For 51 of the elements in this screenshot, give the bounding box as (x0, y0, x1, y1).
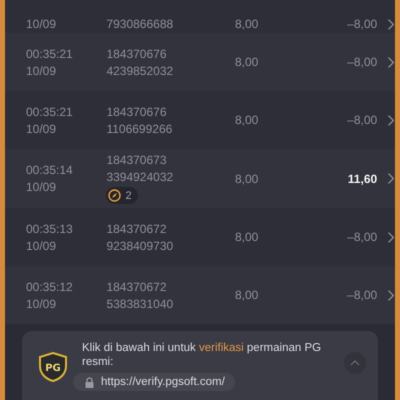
bet-amount: 8,00 (234, 230, 260, 244)
bet-amount: 8,00 (234, 17, 260, 31)
chevron-right-icon (387, 288, 396, 302)
transaction-id: 184370672 (106, 280, 168, 294)
chevron-right-icon (387, 18, 396, 31)
chevron-right-icon (387, 114, 396, 126)
profit-amount: –8,00 (346, 230, 378, 244)
chevron-right-icon (387, 230, 396, 244)
transaction-id: 7930866688 (106, 17, 174, 31)
record-row[interactable]: 00:35:12 10/09 184370672 5383831040 8,00 –8,00 (5, 266, 395, 324)
bet-amount: 8,00 (234, 288, 260, 302)
transaction-id: 184370672 (106, 222, 168, 236)
badge-count: 2 (125, 190, 132, 202)
date-text: 10/09 (26, 64, 58, 78)
record-row[interactable]: 00:35:14 10/09 184370673 3394924032 2 8,00 11,60 (5, 149, 395, 208)
shield-logo-icon: PG (39, 352, 67, 382)
profit-amount: 11,60 (346, 172, 378, 186)
transaction-id: 4239852032 (106, 64, 174, 78)
time-text: 00:35:12 (26, 280, 74, 294)
bet-amount: 8,00 (234, 113, 260, 127)
bet-amount: 8,00 (234, 172, 260, 186)
time-text: 00:35:13 (26, 222, 74, 236)
profit-amount: –8,00 (346, 288, 378, 302)
profit-amount: –8,00 (346, 55, 378, 69)
date-text: 10/09 (26, 180, 58, 194)
date-text: 10/09 (26, 122, 58, 136)
compass-icon (108, 189, 122, 202)
chevron-right-icon (387, 56, 396, 68)
verify-message: Klik di bawah ini untuk verifikasi permainan PG resmi: (82, 341, 322, 369)
verify-link[interactable]: https://verify.pgsoft.com/ (73, 373, 235, 391)
transaction-id: 5383831040 (106, 296, 174, 310)
transaction-id: 184370676 (106, 46, 168, 60)
transaction-id: 184370676 (106, 104, 168, 118)
date-text: 10/09 (26, 238, 58, 252)
time-text: 00:35:14 (26, 163, 74, 177)
time-text: 00:35:21 (26, 104, 74, 118)
date-text: 10/09 (26, 296, 58, 310)
chevron-up-icon (350, 360, 360, 366)
transaction-id: 184370673 (106, 153, 168, 167)
transaction-id: 9238409730 (106, 238, 174, 252)
chevron-right-icon (387, 172, 396, 185)
profit-amount: –8,00 (346, 113, 378, 127)
time-text: 00:35:21 (26, 46, 74, 60)
date-text: 10/09 (26, 17, 58, 31)
profit-amount: –8,00 (346, 17, 378, 31)
lock-icon (85, 376, 94, 388)
transaction-id: 1106699266 (106, 122, 174, 136)
transaction-id: 3394924032 (106, 170, 174, 184)
record-row[interactable]: 00:35:21 10/09 184370676 4239852032 8,00 –8,00 (5, 33, 395, 91)
bet-amount: 8,00 (234, 55, 260, 69)
collapse-button[interactable] (344, 352, 366, 374)
